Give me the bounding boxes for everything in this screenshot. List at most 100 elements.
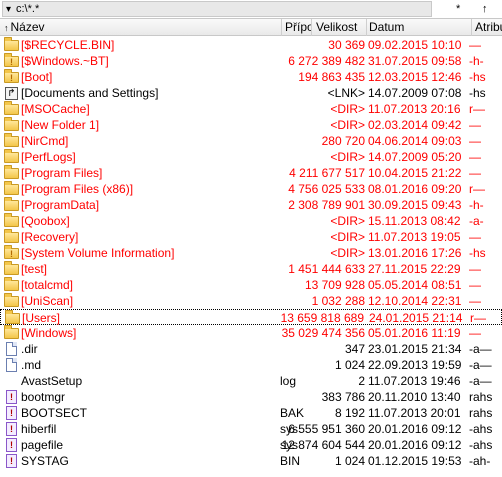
system-file-icon: ! [4,438,20,452]
file-name: AvastSetup [21,374,83,388]
file-extension: BAK [280,406,305,420]
file-row[interactable]: [MSOCache] <DIR> 11.07.2013 20:16 r— [0,101,502,117]
file-date: 20.01.2016 09:12 [368,438,462,452]
file-row[interactable]: .dir 347 23.01.2015 21:34 -a— [0,341,502,357]
file-row[interactable]: ! hiberfil sys 6 555 951 360 20.01.2016 09:1… [0,421,502,437]
file-attributes: -h- [469,198,484,212]
file-row[interactable]: [NirCmd] 280 720 04.06.2014 09:03 — [0,133,502,149]
favorites-star-button[interactable]: * [456,2,460,16]
file-row[interactable]: ! [$Windows.~BT] 6 272 389 482 31.07.2015 0… [0,53,502,69]
file-row[interactable]: [$RECYCLE.BIN] 30 369 09.02.2015 10:10 — [0,37,502,53]
file-row[interactable]: [Qoobox] <DIR> 15.11.2013 08:42 -a- [0,213,502,229]
folder-icon [4,213,20,228]
file-row[interactable]: [Program Files (x86)] 4 756 025 533 08.01.… [0,181,502,197]
sort-ascending-icon: ↑ [4,23,9,33]
file-date: 13.01.2016 17:26 [368,246,462,260]
file-attributes: -ahs [469,422,493,436]
file-attributes: -a— [469,342,492,356]
file-attributes: r— [469,102,485,116]
file-attributes: — [469,278,481,292]
file-attributes: -hs [469,86,486,100]
file-date: 20.11.2010 13:40 [368,390,461,404]
file-size: 13 709 928 [304,278,365,292]
file-row[interactable]: [test] 1 451 444 633 27.11.2015 22:29 — [0,261,502,277]
file-row[interactable]: ! SYSTAG BIN 1 024 01.12.2015 19:53 -ah- [0,453,502,469]
file-name: BOOTSECT [21,406,88,420]
file-row[interactable]: [ProgramData] 2 308 789 901 30.09.2015 09:… [0,197,502,213]
file-attributes: — [469,230,481,244]
file-name: SYSTAG [21,454,69,468]
file-name: .md [21,358,42,372]
file-attributes: — [469,38,481,52]
system-file-icon: ! [4,406,20,420]
file-date: 14.07.2009 07:08 [368,86,462,100]
file-date: 12.10.2014 22:31 [368,294,462,308]
file-attributes: — [469,326,481,340]
file-attributes: -h- [469,54,484,68]
file-list[interactable]: [$RECYCLE.BIN] 30 369 09.02.2015 10:10—! [$… [0,37,502,477]
file-name: [System Volume Information] [21,246,175,260]
folder-icon [4,133,20,148]
header-date[interactable]: Datum [367,19,472,36]
path-field[interactable]: ▾ c:\*.* [2,1,432,17]
file-row[interactable]: [New Folder 1] <DIR> 02.03.2014 09:42 — [0,117,502,133]
file-row[interactable]: ! BOOTSECT BAK 8 192 11.07.2013 20:01 rahs [0,405,502,421]
folder-icon [4,277,20,292]
file-attributes: rahs [469,390,493,404]
file-date: 23.01.2015 21:34 [368,342,462,356]
file-row[interactable]: ! pagefile sys 12 874 604 544 20.01.2016 09:… [0,437,502,453]
file-row[interactable]: ! [System Volume Information] <DIR> 13.01.2… [0,245,502,261]
file-name: [UniScan] [21,294,74,308]
system-file-icon: ! [4,390,20,404]
file-name: [MSOCache] [21,102,90,116]
file-row[interactable]: [Program Files] 4 211 677 517 10.04.2015 2… [0,165,502,181]
file-date: 11.07.2013 20:16 [368,102,461,116]
file-row[interactable]: ↱ [Documents and Settings] <LNK> 14.07.2009… [0,85,502,101]
path-bar: ▾ c:\*.* * ↑ [0,0,502,19]
file-size: <DIR> [330,246,365,260]
file-row[interactable]: ! bootmgr 383 786 20.11.2010 13:40 rahs [0,389,502,405]
file-date: 09.02.2015 10:10 [368,38,462,52]
folder-icon [4,37,20,52]
header-name[interactable]: ↑ Název [0,19,282,36]
file-name: [ProgramData] [21,198,100,212]
file-row[interactable]: AvastSetup log 2 11.07.2013 19:46 -a— [0,373,502,389]
header-extension[interactable]: Přípona [282,19,312,36]
file-date: 14.07.2009 05:20 [368,150,462,164]
header-attributes[interactable]: Atributy [472,19,502,36]
file-row[interactable]: [Recovery] <DIR> 11.07.2013 19:05 — [0,229,502,245]
file-row[interactable]: ! [Boot] 194 863 435 12.03.2015 12:46 -hs [0,69,502,85]
file-name: bootmgr [21,390,66,404]
file-date: 01.12.2015 19:53 [368,454,462,468]
file-extension: log [280,374,297,388]
folder-icon [4,181,20,196]
file-attributes: — [469,166,481,180]
file-name: [Users] [22,311,61,325]
file-attributes: -hs [469,70,486,84]
file-size: 383 786 [321,390,365,404]
file-date: 20.01.2016 09:12 [368,422,462,436]
file-row[interactable]: [UniScan] 1 032 288 12.10.2014 22:31 — [0,293,502,309]
file-size: <LNK> [327,86,365,100]
file-row[interactable]: [Windows] 35 029 474 356 05.01.2016 11:19 — [0,325,502,341]
file-size: 35 029 474 356 [281,326,365,340]
file-size: 1 032 288 [311,294,365,308]
header-size[interactable]: Velikost [312,19,367,36]
file-name: [Program Files (x86)] [21,182,134,196]
drive-dropdown-icon[interactable]: ▾ [6,4,11,16]
file-size: 13 659 818 689 [280,311,364,325]
file-attributes: r— [469,182,485,196]
file-row[interactable]: [PerfLogs] <DIR> 14.07.2009 05:20 — [0,149,502,165]
file-name: [$RECYCLE.BIN] [21,38,115,52]
file-date: 05.01.2016 11:19 [368,326,461,340]
file-size: 1 024 [334,454,365,468]
file-attributes: rahs [469,406,493,420]
file-row[interactable]: [totalcmd] 13 709 928 05.05.2014 08:51 — [0,277,502,293]
system-file-icon: ! [4,454,20,468]
file-date: 31.07.2015 09:58 [368,54,462,68]
file-row[interactable]: .md 1 024 22.09.2013 19:59 -a— [0,357,502,373]
path-text: c:\*.* [16,3,40,15]
file-row[interactable]: [Users] 13 659 818 689 24.01.2015 21:14 r— [0,309,502,325]
up-directory-button[interactable]: ↑ [482,2,488,16]
junction-icon: ↱ [4,86,20,100]
